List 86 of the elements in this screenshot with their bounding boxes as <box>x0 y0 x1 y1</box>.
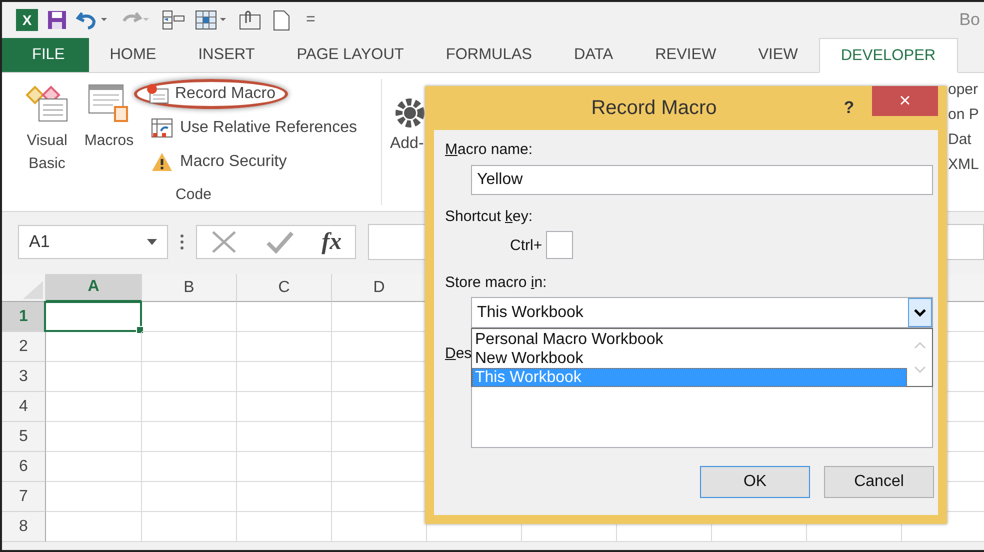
grid-cell[interactable] <box>142 392 237 422</box>
ribbon-label[interactable]: on P <box>948 106 979 123</box>
row-header[interactable]: 3 <box>2 362 46 392</box>
grid-cell[interactable] <box>237 422 332 452</box>
ribbon-tab[interactable]: PAGE LAYOUT <box>276 38 425 72</box>
record-macro-button[interactable]: Record Macro <box>134 79 288 109</box>
field-label: Shortcut key: <box>445 207 533 227</box>
cancel-button[interactable]: Cancel <box>824 466 934 498</box>
row-header[interactable]: 8 <box>2 512 46 542</box>
grid-cell[interactable] <box>142 422 237 452</box>
grid-cell[interactable] <box>46 452 142 482</box>
dropdown-caret-icon <box>147 239 157 245</box>
window-title: Bo <box>959 10 980 30</box>
grid-cell[interactable] <box>142 452 237 482</box>
shortcut-key-field[interactable] <box>546 231 574 259</box>
attachment-icon[interactable] <box>238 9 262 31</box>
grid-cell[interactable] <box>46 332 142 362</box>
ribbon-tab[interactable]: REVIEW <box>634 38 738 72</box>
ribbon-tab[interactable]: DEVELOPER <box>818 38 958 73</box>
grid-cell[interactable] <box>46 362 142 392</box>
visual-basic-icon <box>25 83 69 123</box>
grid-cell[interactable] <box>237 362 332 392</box>
relative-references-button[interactable]: Use Relative References <box>144 113 371 143</box>
file-tab[interactable]: FILE <box>2 38 89 72</box>
row-header[interactable]: 4 <box>2 392 46 422</box>
dropdown-option[interactable]: New Workbook <box>472 349 907 368</box>
macro-security-button[interactable]: Macro Security <box>144 147 371 177</box>
column-header[interactable]: B <box>142 274 237 302</box>
row-header[interactable]: 2 <box>2 332 46 362</box>
macros-icon <box>87 83 131 123</box>
record-icon <box>145 83 169 105</box>
visual-basic-button[interactable]: Visual Basic <box>16 79 78 186</box>
field-label: Macro name: <box>445 140 533 160</box>
grid-cell[interactable] <box>46 482 142 512</box>
grid-cell[interactable] <box>46 422 142 452</box>
grid-cell[interactable] <box>46 512 142 542</box>
row-header[interactable]: 1 <box>2 302 46 332</box>
dialog-title: Record Macro <box>590 96 718 120</box>
grip-icon <box>180 234 184 250</box>
ribbon-tab[interactable]: FORMULAS <box>424 38 554 72</box>
dropdown-option[interactable]: Personal Macro Workbook <box>472 330 907 349</box>
grid-cell[interactable] <box>237 332 332 362</box>
column-header[interactable]: C <box>237 274 332 302</box>
grid-cell[interactable] <box>237 512 332 542</box>
grid-cell[interactable] <box>142 482 237 512</box>
save-icon[interactable] <box>46 9 68 31</box>
ribbon-tab[interactable]: VIEW <box>737 38 819 72</box>
grid-cell[interactable] <box>46 392 142 422</box>
name-box[interactable]: A1 <box>18 225 168 259</box>
ribbon-label[interactable]: Dat <box>948 131 972 148</box>
field-label: Store macro in: <box>445 273 547 293</box>
field-label: Des <box>445 344 471 364</box>
ribbon-tab[interactable]: INSERT <box>177 38 276 72</box>
column-header[interactable]: A <box>46 274 142 302</box>
ok-button[interactable]: OK <box>700 466 810 498</box>
row-header[interactable]: 7 <box>2 482 46 512</box>
chevron-down-icon <box>914 308 926 316</box>
close-button[interactable]: × <box>872 86 938 116</box>
grid-cell[interactable] <box>237 452 332 482</box>
grid-cell[interactable] <box>237 482 332 512</box>
macro-name-field[interactable]: Yellow <box>471 165 933 195</box>
ribbon-label[interactable]: oper <box>948 81 978 98</box>
store-macro-dropdown[interactable]: This Workbook <box>471 297 933 328</box>
ribbon-tab[interactable]: DATA <box>553 38 634 72</box>
ribbon-tab[interactable]: HOME <box>88 38 178 72</box>
warning-icon <box>150 151 174 173</box>
help-button[interactable]: ? <box>834 97 864 119</box>
ctrl-label: Ctrl+ <box>510 236 542 254</box>
customize-menu[interactable]: = <box>306 11 316 29</box>
row-header[interactable]: 6 <box>2 452 46 482</box>
form-icon[interactable] <box>160 9 186 31</box>
undo-icon[interactable] <box>76 9 110 31</box>
grid-cell[interactable] <box>142 302 237 332</box>
relative-references-icon <box>150 117 174 139</box>
grid-cell[interactable] <box>142 332 237 362</box>
insert-function-button[interactable]: fx <box>322 228 342 256</box>
app-logo[interactable]: X <box>16 9 38 31</box>
group-label: Code <box>174 186 212 203</box>
row-header[interactable]: 5 <box>2 422 46 452</box>
cancel-icon[interactable] <box>210 229 238 255</box>
grid-cell[interactable] <box>237 392 332 422</box>
grid-cell[interactable] <box>142 512 237 542</box>
grid-cell[interactable] <box>142 362 237 392</box>
ribbon-label[interactable]: XML <box>948 156 979 173</box>
check-icon[interactable] <box>264 229 295 255</box>
grid-cell[interactable] <box>237 302 332 332</box>
